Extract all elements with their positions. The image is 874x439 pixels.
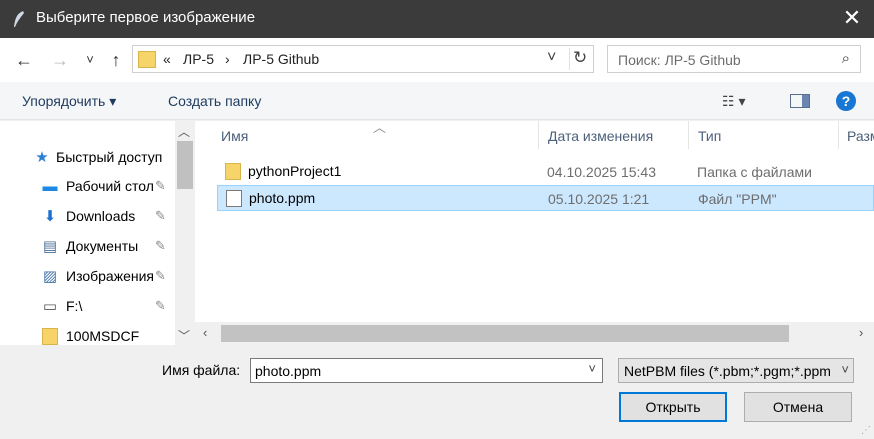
filename-combobox[interactable]: ˅ <box>250 358 603 383</box>
file-row-selected[interactable]: photo.ppm 05.10.2025 1:21 Файл "PPM" <box>217 185 874 211</box>
file-date: 05.10.2025 1:21 <box>548 191 650 207</box>
sidebar-item-downloads[interactable]: ⬇ Downloads ✎ <box>0 202 175 230</box>
folder-icon <box>138 51 156 68</box>
file-type-filter-value: NetPBM files (*.pbm;*.pgm;*.ppm) <box>624 363 830 379</box>
dialog-footer: Имя файла: ˅ NetPBM files (*.pbm;*.pgm;*… <box>0 345 874 439</box>
breadcrumb-separator: › <box>225 51 230 67</box>
sidebar-item-quick-access[interactable]: ★ Быстрый доступ <box>0 143 175 171</box>
feather-icon <box>14 11 24 27</box>
file-row[interactable]: pythonProject1 04.10.2025 15:43 Папка с … <box>217 159 874 185</box>
sidebar-item-label: Рабочий стол <box>66 178 154 194</box>
pin-icon[interactable]: ✎ <box>155 238 166 254</box>
forward-arrow-icon[interactable]: → <box>50 50 70 70</box>
folder-icon <box>42 328 58 345</box>
breadcrumb-item[interactable]: ЛР-5 Github <box>243 51 319 67</box>
folder-icon <box>225 163 241 180</box>
file-list: ︿ Имя Дата изменения Тип Разм pythonProj… <box>195 121 874 345</box>
scrollbar-thumb[interactable] <box>177 141 193 189</box>
address-bar[interactable]: « ЛР-5 › ЛР-5 Github ˅ ↻ <box>132 45 594 73</box>
file-type: Файл "PPM" <box>698 191 777 207</box>
column-divider[interactable] <box>538 121 539 149</box>
desktop-icon: ▬ <box>42 178 58 195</box>
column-divider[interactable] <box>688 121 689 149</box>
breadcrumb-item[interactable]: ЛР-5 <box>183 51 214 67</box>
close-icon[interactable]: ✕ <box>840 6 864 30</box>
sort-ascending-icon: ︿ <box>373 121 387 135</box>
sidebar-item-label: F:\ <box>66 298 83 314</box>
download-icon: ⬇ <box>43 208 57 225</box>
navigation-pane: ★ Быстрый доступ ▬ Рабочий стол ✎ ⬇ Down… <box>0 121 195 345</box>
up-arrow-icon[interactable]: ↑ <box>106 50 126 70</box>
breadcrumb-overflow[interactable]: « <box>163 51 171 67</box>
column-header-type[interactable]: Тип <box>698 128 721 144</box>
command-bar: Упорядочить ▾ Создать папку ☷ ▾ ? <box>0 82 874 120</box>
file-list-scrollbar[interactable]: ‹ › <box>195 322 874 345</box>
scroll-down-icon[interactable]: ﹀ <box>178 327 190 344</box>
file-name: pythonProject1 <box>248 163 342 179</box>
star-icon: ★ <box>35 149 49 166</box>
cancel-button[interactable]: Отмена <box>744 392 852 422</box>
sidebar-item-label: Изображения <box>66 268 154 284</box>
sidebar-scrollbar[interactable]: ︿ ﹀ <box>175 121 195 345</box>
drive-icon: ▭ <box>42 298 58 315</box>
preview-pane-icon[interactable] <box>790 94 810 108</box>
help-icon[interactable]: ? <box>836 91 856 111</box>
address-dropdown-icon[interactable]: ˅ <box>547 49 556 67</box>
refresh-icon[interactable]: ↻ <box>573 48 587 68</box>
scrollbar-thumb[interactable] <box>221 325 789 342</box>
column-header-name[interactable]: Имя <box>221 128 248 144</box>
sidebar-item-documents[interactable]: ▤ Документы ✎ <box>0 232 175 260</box>
filename-input[interactable] <box>255 362 575 380</box>
organize-button[interactable]: Упорядочить ▾ <box>22 93 116 110</box>
navigation-bar: ← → ˅ ↑ « ЛР-5 › ЛР-5 Github ˅ ↻ ⌕ <box>0 38 874 82</box>
sidebar-item-drive-f[interactable]: ▭ F:\ ✎ <box>0 292 175 320</box>
column-header-size[interactable]: Разм <box>847 128 874 144</box>
sidebar-item-label: Downloads <box>66 208 136 224</box>
chevron-down-icon[interactable]: ˅ <box>841 362 849 377</box>
file-name: photo.ppm <box>249 190 316 206</box>
window-title: Выберите первое изображение <box>36 9 256 26</box>
file-type: Папка с файлами <box>697 164 812 180</box>
sidebar-item-label: Быстрый доступ <box>56 149 163 165</box>
sidebar-item-pictures[interactable]: ▨ Изображения ✎ <box>0 262 175 290</box>
scroll-right-icon[interactable]: › <box>859 325 863 340</box>
title-bar: Выберите первое изображение ✕ <box>0 0 874 38</box>
view-options-icon[interactable]: ☷ ▾ <box>722 93 745 110</box>
pin-icon[interactable]: ✎ <box>155 208 166 224</box>
recent-locations-icon[interactable]: ˅ <box>80 50 100 70</box>
resize-grip-icon[interactable]: ⋰ <box>861 425 871 436</box>
pictures-icon: ▨ <box>42 268 58 285</box>
file-icon <box>226 190 242 207</box>
search-input[interactable] <box>618 50 818 70</box>
sidebar-item-desktop[interactable]: ▬ Рабочий стол ✎ <box>0 172 175 200</box>
divider <box>569 48 570 70</box>
scroll-left-icon[interactable]: ‹ <box>203 325 207 340</box>
file-type-filter[interactable]: NetPBM files (*.pbm;*.pgm;*.ppm) ˅ <box>618 358 854 383</box>
new-folder-button[interactable]: Создать папку <box>168 93 261 109</box>
scroll-up-icon[interactable]: ︿ <box>178 123 190 140</box>
pin-icon[interactable]: ✎ <box>155 268 166 284</box>
filename-label: Имя файла: <box>162 362 241 378</box>
pin-icon[interactable]: ✎ <box>155 178 166 194</box>
pin-icon[interactable]: ✎ <box>155 298 166 314</box>
column-divider[interactable] <box>838 121 839 149</box>
sidebar-item-label: 100MSDCF <box>66 328 140 344</box>
file-date: 04.10.2025 15:43 <box>547 164 656 180</box>
search-icon[interactable]: ⌕ <box>842 50 850 67</box>
open-button[interactable]: Открыть <box>619 392 727 422</box>
chevron-down-icon[interactable]: ˅ <box>588 361 596 376</box>
search-box[interactable]: ⌕ <box>607 45 861 73</box>
sidebar-item-100msdcf[interactable]: 100MSDCF <box>0 322 175 345</box>
back-arrow-icon[interactable]: ← <box>14 50 34 70</box>
document-icon: ▤ <box>42 238 58 255</box>
sidebar-item-label: Документы <box>66 238 139 254</box>
column-header-date[interactable]: Дата изменения <box>548 128 653 144</box>
